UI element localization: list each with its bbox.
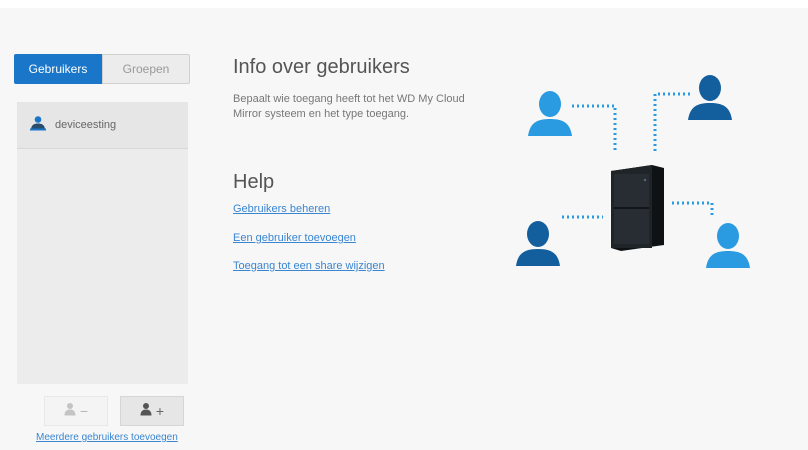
user-group-tabs: Gebruikers Groepen (14, 54, 190, 84)
tab-groups[interactable]: Groepen (102, 54, 190, 84)
tab-users[interactable]: Gebruikers (14, 54, 102, 84)
user-list: deviceesting (17, 102, 188, 384)
admin-user-icon (29, 114, 47, 137)
user-action-buttons: − + (44, 396, 184, 426)
user-name: deviceesting (55, 119, 117, 131)
help-link-share-access[interactable]: Toegang tot een share wijzigen (233, 260, 385, 272)
user-list-item[interactable]: deviceesting (17, 102, 188, 149)
help-link-add-user[interactable]: Een gebruiker toevoegen (233, 232, 356, 244)
user-icon (140, 402, 152, 421)
nas-device-icon (611, 165, 664, 251)
page-title: Info over gebruikers (233, 56, 410, 78)
person-icon (688, 75, 732, 120)
add-user-button[interactable]: + (120, 396, 184, 426)
minus-icon: − (79, 403, 89, 419)
plus-icon: + (155, 403, 165, 419)
person-icon (706, 223, 750, 268)
page-description: Bepaalt wie toegang heeft tot het WD My … (233, 93, 465, 120)
remove-user-button[interactable]: − (44, 396, 108, 426)
person-icon (516, 221, 560, 266)
add-multiple-users-link[interactable]: Meerdere gebruikers toevoegen (36, 432, 178, 443)
user-icon (64, 402, 76, 421)
help-link-manage-users[interactable]: Gebruikers beheren (233, 203, 330, 215)
users-page: Gebruikers Groepen deviceesting − + Meer… (0, 8, 808, 450)
users-nas-diagram (516, 75, 750, 268)
person-icon (528, 91, 572, 136)
help-heading: Help (233, 171, 275, 193)
